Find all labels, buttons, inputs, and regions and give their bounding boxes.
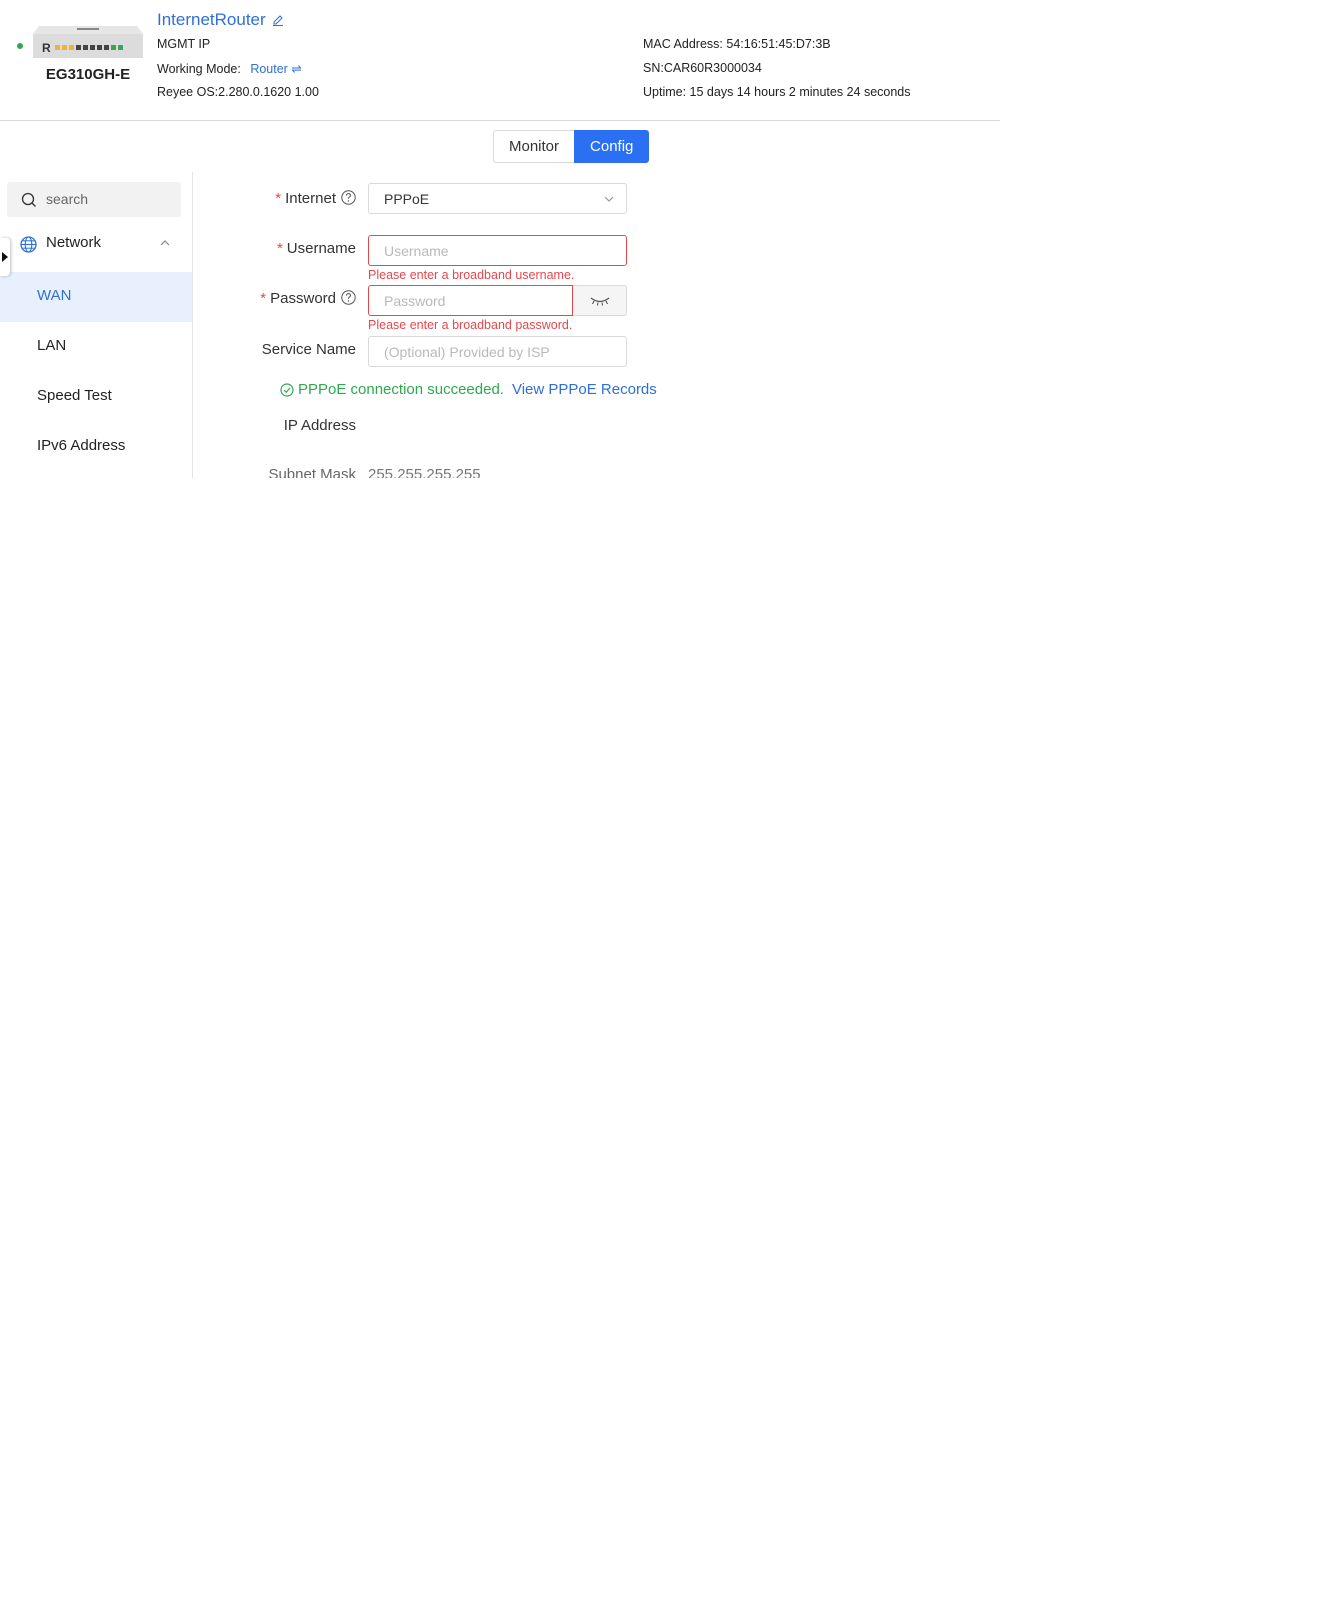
edit-icon[interactable] [272,14,284,26]
sidebar-collapse-handle[interactable] [0,238,10,276]
sidebar-item-label: WAN [37,287,72,304]
os-version: Reyee OS:2.280.0.1620 1.00 [157,85,319,99]
service-name-label-text: Service Name [261,341,356,358]
ip-address-label: IP Address [196,417,356,434]
search-input[interactable]: search [46,191,88,207]
internet-label-text: Internet [285,190,336,207]
sidebar-item-label: LAN [37,337,67,354]
toggle-password-visibility[interactable] [573,285,627,316]
working-mode-value[interactable]: Router [250,62,288,76]
help-icon[interactable] [341,290,356,305]
chevron-down-icon [604,196,614,202]
view-tabs: Monitor Config [493,130,650,163]
internet-select[interactable]: PPPoE [368,183,627,214]
ip-address-label-text: IP Address [283,417,356,434]
sidebar-group-network[interactable]: Network [0,224,192,264]
tab-monitor[interactable]: Monitor [493,130,575,163]
help-icon[interactable] [341,190,356,205]
search-icon [21,192,36,207]
device-model: EG310GH-E [45,66,131,83]
online-status-dot [17,43,23,49]
connection-status: PPPoE connection succeeded. View PPPoE R… [280,381,657,398]
serial-number: SN:CAR60R3000034 [643,61,762,75]
internet-select-value: PPPoE [384,191,430,207]
subnet-mask-value: 255.255.255.255 [368,468,481,478]
view-pppoe-records-link[interactable]: View PPPoE Records [512,381,657,398]
internet-label: * Internet [196,190,356,207]
sidebar-item-wan[interactable]: WAN [0,272,192,322]
eye-closed-icon [590,297,610,306]
device-name-link[interactable]: InternetRouter [157,10,284,30]
sidebar-item-label: Speed Test [37,387,112,404]
sidebar-group-label: Network [46,234,102,251]
required-mark: * [275,190,282,207]
sidebar-item-lan[interactable]: LAN [0,322,192,372]
password-label: * Password [196,290,356,307]
password-label-text: Password [270,290,336,307]
username-label-text: Username [286,240,356,257]
password-input[interactable] [369,286,572,315]
username-label: * Username [196,240,356,257]
chevron-up-icon[interactable] [160,239,170,246]
required-mark: * [260,290,267,307]
service-name-label: Service Name [196,341,356,358]
mgmt-ip-label: MGMT IP [157,37,211,51]
required-mark: * [276,240,283,257]
working-mode: Working Mode: Router ⇌ [157,61,302,76]
subnet-mask-label: Subnet Mask [268,468,356,478]
username-field[interactable] [368,235,627,266]
switch-mode-icon[interactable]: ⇌ [291,62,301,76]
connection-status-text: PPPoE connection succeeded. [298,381,504,398]
check-circle-icon [280,382,294,397]
subnet-mask-row: Subnet Mask 255.255.255.255 [190,468,690,478]
device-name[interactable]: InternetRouter [157,10,266,30]
password-error: Please enter a broadband password. [368,318,573,332]
working-mode-label: Working Mode: [157,62,241,76]
globe-icon [20,236,37,253]
search-box[interactable]: search [7,182,181,217]
password-field[interactable] [368,285,573,316]
service-name-input[interactable] [369,337,626,366]
username-error: Please enter a broadband username. [368,268,575,282]
device-header: R EG310GH-E InternetRouter MGMT IP Worki… [0,0,1000,121]
router-device-icon: R [33,26,143,58]
sidebar-item-speed-test[interactable]: Speed Test [0,372,192,422]
sidebar-item-ipv6-address[interactable]: IPv6 Address [0,422,192,472]
svg-text:R: R [42,41,51,55]
username-input[interactable] [369,236,626,265]
tab-config[interactable]: Config [574,130,650,163]
sidebar: search Network WAN LAN Speed Test IPv6 A… [0,172,193,478]
sidebar-item-label: IPv6 Address [37,437,126,454]
caret-right-icon [2,252,8,262]
uptime: Uptime: 15 days 14 hours 2 minutes 24 se… [643,85,911,99]
service-name-field[interactable] [368,336,627,367]
mac-address: MAC Address: 54:16:51:45:D7:3B [643,37,831,51]
